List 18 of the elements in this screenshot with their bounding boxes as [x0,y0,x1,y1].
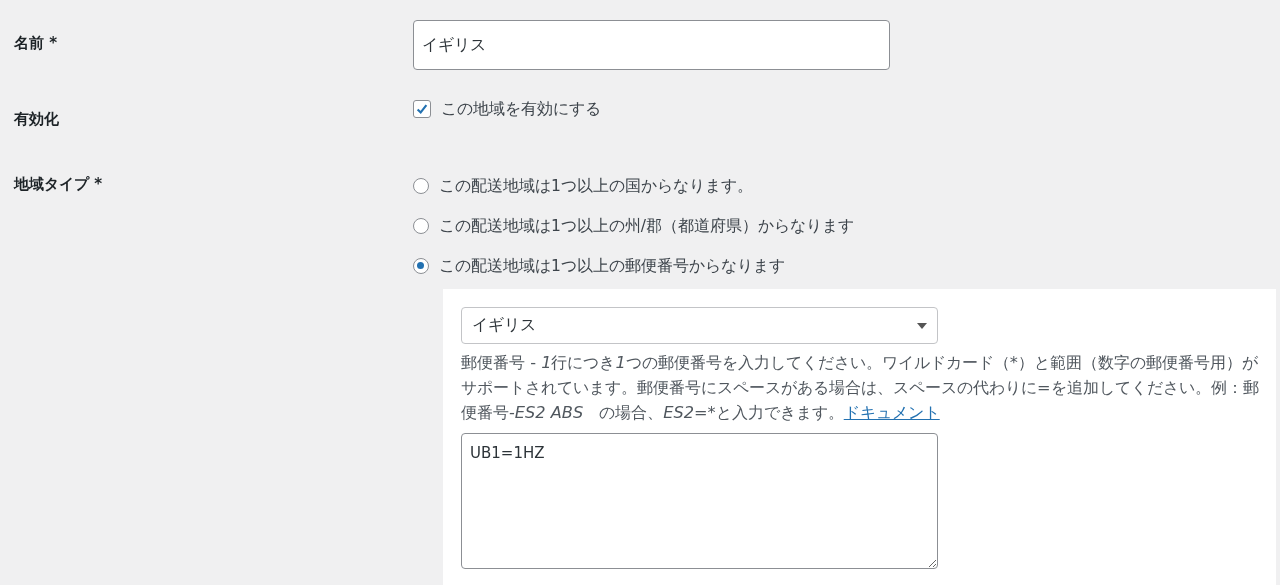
radio-label: この配送地域は1つ以上の郵便番号からなります [439,255,785,277]
field-label: 名前 * [14,34,58,52]
radio-label: この配送地域は1つ以上の国からなります。 [439,175,753,197]
country-select[interactable]: イギリス [461,307,938,344]
postcode-textarea[interactable]: UB1=1HZ [461,433,938,569]
radio-button[interactable] [413,218,429,234]
name-input[interactable]: イギリス [413,20,890,70]
field-label: 有効化 [14,110,59,128]
documentation-link[interactable]: ドキュメント [843,403,940,422]
caret-icon [917,322,927,329]
field-label: 地域タイプ * [14,175,103,193]
checkbox-label: この地域を有効にする [441,98,601,120]
radio-label: この配送地域は1つ以上の州/郡（都道府県）からなります [439,215,855,237]
check-icon [415,102,429,116]
description-text: 郵便番号 - 1行につき 1つの郵便番号を入力してください。ワイルドカード（*）と範囲（数字の郵便番号用）がサポートされています。郵便番号にスペースがある場合は、スペースの代わりに=を追加してください。例：郵便番号-ES2 ABS の場合、ES2=*と入力できます。ドキュメント [461,352,1260,424]
radio-button[interactable] [413,258,429,274]
radio-button[interactable] [413,178,429,194]
checkbox[interactable] [413,100,431,118]
